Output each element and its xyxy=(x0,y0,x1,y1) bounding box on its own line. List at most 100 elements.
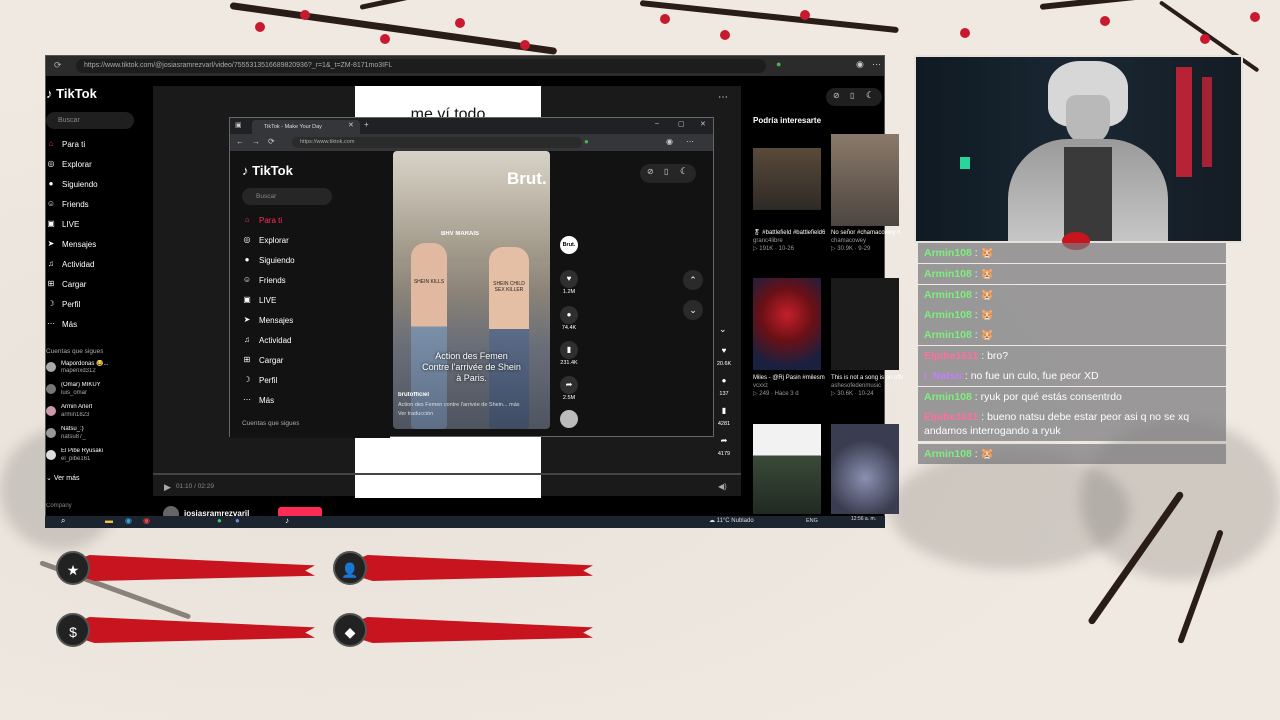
video-author[interactable]: brutofficiel xyxy=(398,392,429,398)
nav-explorar[interactable]: ◎ Explorar xyxy=(46,155,92,173)
sound-disc[interactable] xyxy=(560,410,578,428)
add-user-icon[interactable]: 👤 xyxy=(333,551,367,585)
extension-icon[interactable]: ● xyxy=(584,137,589,146)
nav-cargar[interactable]: ⊞ Cargar xyxy=(46,275,87,293)
recommendation-thumb[interactable] xyxy=(753,424,821,514)
translate-link[interactable]: Ver traducción xyxy=(398,411,433,417)
comment-action[interactable]: ● 74.4K xyxy=(557,306,581,331)
folder-icon[interactable]: ▬ xyxy=(105,516,113,525)
nav-siguiendo[interactable]: ● Siguiendo xyxy=(242,251,295,269)
progress-bar[interactable] xyxy=(153,473,741,475)
close-window-icon[interactable]: ✕ xyxy=(700,120,706,128)
nav-para-ti[interactable]: ⌂ Para ti xyxy=(46,135,86,153)
recommendation-thumb[interactable] xyxy=(753,148,821,210)
share-action[interactable]: ➦ 2.5M xyxy=(557,376,581,401)
new-tab-icon[interactable]: + xyxy=(364,120,369,129)
phone-toggle-icon[interactable]: ▯ xyxy=(664,167,668,176)
nav-actividad[interactable]: ♫ Actividad xyxy=(46,255,94,273)
outer-comment-action[interactable]: ● 137 xyxy=(712,372,736,397)
following-item[interactable]: Natsu_:) natsu87_ xyxy=(46,425,146,445)
nav-live[interactable]: ▣ LIVE xyxy=(242,291,276,309)
dollar-icon[interactable]: $ xyxy=(56,613,90,647)
following-item[interactable]: Mapordonas 😂... mapenxd312 xyxy=(46,359,146,379)
following-item[interactable]: Armin Arlert armin1823 xyxy=(46,403,146,423)
nav-actividad[interactable]: ♫ Actividad xyxy=(242,331,291,349)
outer-like-action[interactable]: ♥ 20.6K xyxy=(712,342,736,367)
play-icon[interactable]: ▶ xyxy=(164,482,171,493)
phone-toggle-icon[interactable]: ▯ xyxy=(850,91,854,100)
nav-mensajes[interactable]: ➤ Mensajes xyxy=(242,311,294,329)
following-handle: luis_omar xyxy=(61,390,88,396)
extension-icon[interactable]: ● xyxy=(776,59,781,69)
scroll-down-icon[interactable]: ⌄ xyxy=(719,324,727,335)
close-tab-icon[interactable]: ✕ xyxy=(348,121,354,129)
nav-mas[interactable]: ⋯ Más xyxy=(46,315,77,333)
recommendation-thumb[interactable] xyxy=(831,278,899,370)
previous-video-button[interactable]: ⌃ xyxy=(683,270,703,290)
nav-siguiendo[interactable]: ● Siguiendo xyxy=(46,175,98,193)
search-input[interactable]: Buscar xyxy=(46,112,134,129)
menu-icon[interactable]: ⋯ xyxy=(872,59,881,70)
more-options-icon[interactable]: ⋯ xyxy=(718,92,728,103)
card-meta: ▷ 30.9K · 9-29 xyxy=(831,246,871,252)
discord-icon[interactable]: ● xyxy=(235,516,240,525)
company-link[interactable]: Company xyxy=(46,503,72,509)
menu-icon[interactable]: ⋯ xyxy=(686,137,694,146)
language-indicator[interactable]: ENG xyxy=(806,518,818,524)
save-action[interactable]: ▮ 231.4K xyxy=(557,341,581,366)
chrome-icon[interactable]: ◉ xyxy=(143,516,150,525)
moon-toggle-icon[interactable]: ☾ xyxy=(680,166,688,177)
nav-explorar[interactable]: ◎ Explorar xyxy=(242,231,289,249)
reload-icon[interactable]: ⟳ xyxy=(54,60,62,71)
tab-list-icon[interactable]: ▣ xyxy=(235,121,242,129)
outer-url-bar[interactable]: https://www.tiktok.com/@josiasramrezvarl… xyxy=(76,59,766,73)
whatsapp-icon[interactable]: ● xyxy=(217,516,222,525)
following-item[interactable]: (Omar) MIKUY luis_omar xyxy=(46,381,146,401)
following-item[interactable]: El Pibe Ryusaki el_pibe161 xyxy=(46,447,146,467)
outer-save-action[interactable]: ▮ 4281 xyxy=(712,402,736,427)
reload-icon[interactable]: ⟳ xyxy=(268,137,275,146)
nav-friends[interactable]: ☺ Friends xyxy=(242,271,286,289)
back-icon[interactable]: ← xyxy=(236,137,244,146)
inner-tab[interactable]: TikTok - Make Your Day xyxy=(252,120,360,134)
see-more-link[interactable]: ⌄ Ver más xyxy=(46,474,80,482)
recommendation-thumb[interactable] xyxy=(831,134,899,226)
compass-toggle-icon[interactable]: ⊘ xyxy=(647,167,654,176)
creator-avatar-button[interactable]: Brut. xyxy=(557,236,581,255)
nav-friends[interactable]: ☺ Friends xyxy=(46,195,89,213)
inner-video[interactable]: BHV MARAIS Brut. SHEIN KILLS SHEIN CHILD… xyxy=(393,151,550,429)
volume-icon[interactable]: ◀) xyxy=(718,482,727,491)
profile-icon[interactable]: ◉ xyxy=(856,59,864,70)
inner-url-bar[interactable]: https://www.tiktok.com xyxy=(292,137,582,148)
search-input[interactable]: Buscar xyxy=(242,188,332,205)
nav-perfil[interactable]: ☽ Perfil xyxy=(46,295,80,313)
nav-perfil[interactable]: ☽ Perfil xyxy=(242,371,277,389)
edge-icon[interactable]: ◉ xyxy=(125,516,132,525)
nav-cargar[interactable]: ⊞ Cargar xyxy=(242,351,284,369)
body-sign-right: SHEIN CHILD SEX KILLER xyxy=(493,281,525,293)
nav-para-ti[interactable]: ⌂ Para ti xyxy=(242,211,283,229)
recommendation-thumb[interactable] xyxy=(753,278,821,370)
nav-mas[interactable]: ⋯ Más xyxy=(242,391,274,409)
following-name: Natsu_:) xyxy=(61,426,84,432)
clock[interactable]: 12:56 a. m. xyxy=(851,516,885,522)
nav-live[interactable]: ▣ LIVE xyxy=(46,215,79,233)
tiktok-icon[interactable]: ♪ xyxy=(285,516,289,525)
tiktok-logo[interactable]: ♪ TikTok xyxy=(242,163,293,178)
search-icon[interactable]: ⌕ xyxy=(61,516,65,526)
maximize-icon[interactable]: ▢ xyxy=(678,120,685,128)
moon-toggle-icon[interactable]: ☾ xyxy=(866,90,874,101)
tiktok-logo[interactable]: ♪ TikTok xyxy=(46,86,97,101)
forward-icon[interactable]: → xyxy=(252,137,260,146)
diamond-icon[interactable]: ◆ xyxy=(333,613,367,647)
recommendation-thumb[interactable] xyxy=(831,424,899,514)
weather-status[interactable]: ☁ 11°C Nublado xyxy=(709,517,754,524)
outer-share-action[interactable]: ➦ 4179 xyxy=(712,432,736,457)
next-video-button[interactable]: ⌄ xyxy=(683,300,703,320)
nav-mensajes[interactable]: ➤ Mensajes xyxy=(46,235,97,253)
compass-toggle-icon[interactable]: ⊘ xyxy=(833,91,840,100)
star-icon[interactable]: ★ xyxy=(56,551,90,585)
profile-icon[interactable]: ◉ xyxy=(666,137,673,146)
minimize-icon[interactable]: – xyxy=(655,120,659,127)
like-action[interactable]: ♥ 1.2M xyxy=(557,270,581,295)
